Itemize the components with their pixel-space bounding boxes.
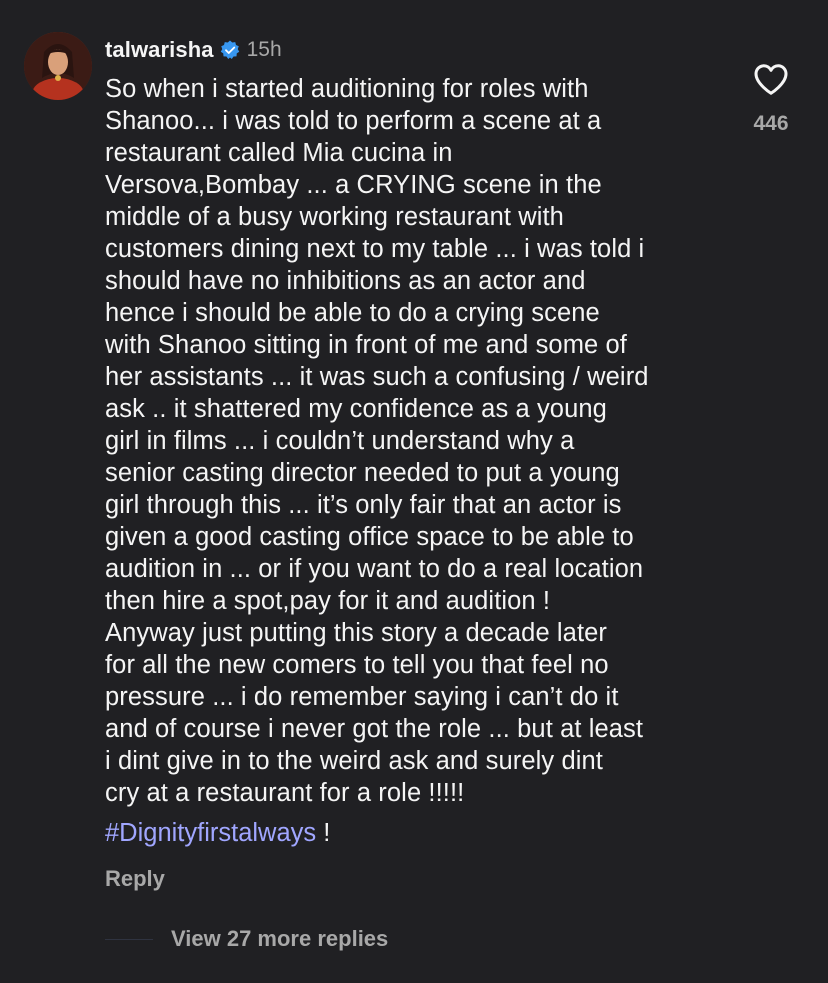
replies-divider-line bbox=[105, 938, 153, 940]
comment-text: So when i started auditioning for roles … bbox=[105, 75, 649, 807]
comment-item: talwarisha 15h So when i started auditio… bbox=[0, 0, 828, 983]
timestamp: 15h bbox=[246, 38, 282, 61]
avatar[interactable] bbox=[24, 32, 92, 100]
comment-header: talwarisha 15h bbox=[105, 36, 282, 64]
like-column: 446 bbox=[735, 62, 807, 136]
hashtag-line: #Dignityfirstalways ! bbox=[105, 817, 330, 849]
username[interactable]: talwarisha bbox=[105, 37, 214, 63]
avatar-image bbox=[24, 32, 92, 100]
reply-button[interactable]: Reply bbox=[105, 866, 165, 892]
verified-badge-icon bbox=[220, 40, 240, 60]
hashtag-suffix: ! bbox=[316, 819, 331, 847]
heart-outline-icon[interactable] bbox=[753, 62, 789, 96]
like-count: 446 bbox=[753, 112, 789, 135]
view-more-replies-button[interactable]: View 27 more replies bbox=[105, 926, 388, 952]
hashtag-link[interactable]: #Dignityfirstalways bbox=[105, 819, 316, 847]
view-replies-label: View 27 more replies bbox=[171, 926, 389, 951]
